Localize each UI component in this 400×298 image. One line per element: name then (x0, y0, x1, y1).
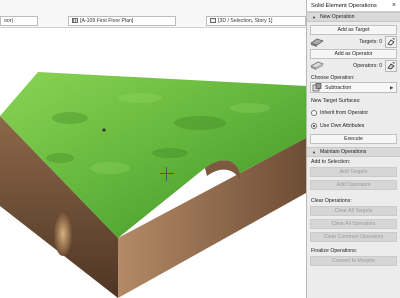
clear-common-operators-button[interactable]: Clear Common Operators (310, 232, 397, 242)
add-operators-button[interactable]: Add Operators (310, 180, 397, 190)
select-operators-icon (387, 62, 395, 70)
operation-dropdown[interactable]: Subtraction ▶ (310, 82, 397, 93)
radio-use-own-attributes[interactable]: Use Own Attributes (307, 121, 400, 131)
dropdown-arrow-icon: ▶ (390, 84, 394, 90)
tab-label: [A-109 First Floor Plan] (80, 17, 134, 24)
tab-label: [3D / Selection, Story 1] (218, 17, 273, 24)
radio-button[interactable] (311, 123, 317, 129)
solid-element-operations-panel: Solid Element Operations × ▼ New Operati… (306, 0, 400, 298)
targets-row: Targets: 0 (307, 35, 400, 49)
target-solid-icon (310, 38, 324, 47)
view-tab-bar: oor) [A-109 First Floor Plan] [3D / Sele… (0, 0, 306, 28)
section-new-operation[interactable]: ▼ New Operation (307, 12, 400, 22)
crosshair-cursor (160, 167, 174, 181)
surface-marker (102, 128, 106, 132)
collapse-triangle-icon: ▼ (312, 149, 316, 155)
radio-label: Use Own Attributes (320, 123, 365, 129)
radio-button[interactable] (311, 110, 317, 116)
tab-floor-plan[interactable]: [A-109 First Floor Plan] (68, 15, 176, 26)
panel-titlebar: Solid Element Operations × (307, 0, 400, 12)
radio-label: Inherit from Operator (320, 110, 369, 116)
3d-view-icon (210, 18, 216, 23)
face-hole (54, 212, 72, 256)
operation-value: Subtraction (325, 84, 352, 91)
section-label: New Operation (319, 14, 355, 20)
operator-solid-icon (310, 61, 324, 70)
panel-title: Solid Element Operations (311, 2, 377, 9)
close-icon[interactable]: × (392, 2, 396, 9)
targets-count: Targets: 0 (359, 39, 382, 45)
select-operators-button[interactable] (385, 60, 397, 72)
select-targets-icon (387, 38, 395, 46)
add-to-selection-label: Add to Selection: (311, 159, 351, 165)
add-as-target-button[interactable]: Add as Target (310, 25, 397, 35)
clear-all-operators-button[interactable]: Clear All Operators (310, 219, 397, 229)
floor-plan-icon (72, 18, 78, 23)
execute-button[interactable]: Execute (310, 134, 397, 144)
select-targets-button[interactable] (385, 36, 397, 48)
clear-all-targets-button[interactable]: Clear All Targets (310, 206, 397, 216)
subtraction-icon (312, 83, 322, 92)
section-label: Maintain Operations (319, 149, 367, 155)
terrain-model[interactable] (0, 28, 306, 298)
section-maintain-operations[interactable]: ▼ Maintain Operations (307, 147, 400, 157)
collapse-triangle-icon: ▼ (312, 14, 316, 20)
tab-view[interactable]: oor) (0, 15, 38, 26)
add-as-operator-button[interactable]: Add as Operator (310, 49, 397, 59)
radio-inherit-from-operator[interactable]: Inherit from Operator (307, 108, 400, 118)
tab-3d-view[interactable]: [3D / Selection, Story 1] (206, 15, 306, 26)
finalize-operations-label: Finalize Operations: (311, 248, 358, 254)
3d-viewport[interactable] (0, 28, 306, 298)
tab-label: oor) (4, 17, 14, 24)
clear-operations-label: Clear Operations: (311, 198, 352, 204)
operators-row: Operators: 0 (307, 59, 400, 73)
operators-count: Operators: 0 (353, 63, 382, 69)
add-targets-button[interactable]: Add Targets (310, 167, 397, 177)
choose-operation-label: Choose Operation: (311, 74, 355, 81)
convert-to-morphs-button[interactable]: Convert to Morphs (310, 256, 397, 266)
new-target-surfaces-label: New Target Surfaces: (311, 97, 361, 104)
